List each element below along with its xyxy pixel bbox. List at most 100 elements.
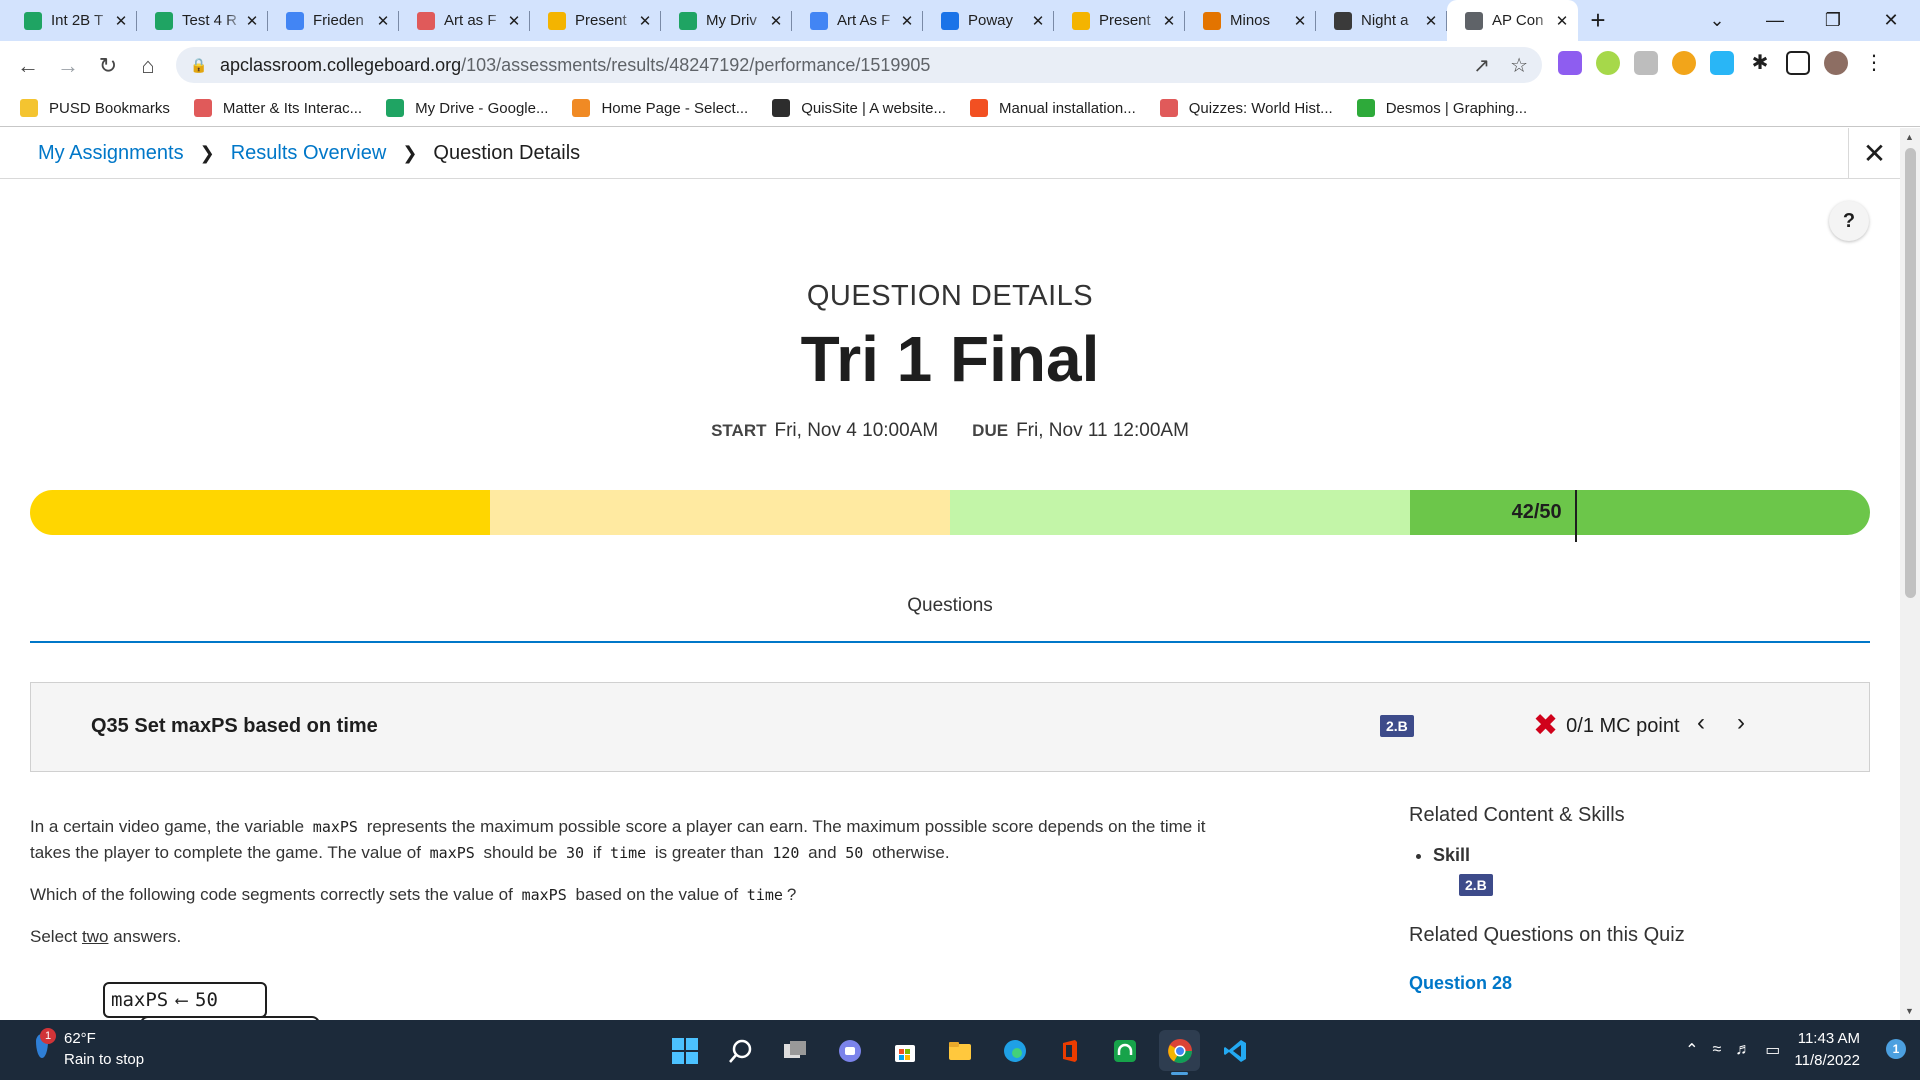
- accessibility-icon: [941, 11, 959, 30]
- tab-close-icon[interactable]: ✕: [1292, 12, 1308, 30]
- microsoft-store-icon[interactable]: [884, 1030, 925, 1071]
- minimize-button[interactable]: —: [1746, 10, 1804, 31]
- tab-title: My Driv: [706, 12, 757, 29]
- tab-title: Minos: [1230, 12, 1271, 29]
- bookmark-item[interactable]: Home Page - Select...: [572, 99, 748, 117]
- bookmark-icon: [193, 99, 212, 117]
- tab-title: Night a: [1361, 12, 1409, 29]
- browser-tab[interactable]: Int 2B T ✕: [6, 0, 137, 41]
- clock[interactable]: 11:43 AM 11/8/2022: [1794, 1028, 1860, 1072]
- chevron-up-icon[interactable]: ⌃: [1685, 1040, 1698, 1060]
- side-panel-icon[interactable]: [1786, 51, 1810, 75]
- tab-questions[interactable]: Questions: [0, 595, 1900, 617]
- chrome-icon[interactable]: [1159, 1030, 1200, 1075]
- tab-close-icon[interactable]: ✕: [1423, 12, 1439, 30]
- next-question-button[interactable]: ›: [1737, 709, 1745, 737]
- tab-close-icon[interactable]: ✕: [113, 12, 129, 30]
- extensions-area: ✱ ⋮: [1558, 51, 1886, 75]
- close-icon[interactable]: ✕: [1848, 128, 1900, 179]
- tab-title: Present: [1099, 12, 1151, 29]
- file-explorer-icon[interactable]: [939, 1030, 980, 1071]
- browser-tab[interactable]: Minos ✕: [1185, 0, 1316, 41]
- scroll-down-icon[interactable]: ▼: [1905, 1006, 1914, 1016]
- tab-close-icon[interactable]: ✕: [1161, 12, 1177, 30]
- book-cover-icon: [1334, 11, 1352, 30]
- address-bar[interactable]: 🔒 apclassroom.collegeboard.org/103/asses…: [176, 47, 1542, 83]
- share-icon[interactable]: ↗: [1473, 53, 1490, 78]
- breadcrumb-my-assignments[interactable]: My Assignments: [38, 142, 184, 165]
- scroll-up-icon[interactable]: ▲: [1905, 132, 1914, 142]
- browser-tab[interactable]: AP Con ✕: [1447, 0, 1578, 41]
- weather-widget[interactable]: 1 62°F Rain to stop: [30, 1028, 144, 1070]
- bookmark-label: PUSD Bookmarks: [49, 99, 170, 117]
- browser-tab[interactable]: Present ✕: [530, 0, 661, 41]
- notification-badge[interactable]: 1: [1886, 1039, 1906, 1059]
- wifi-icon[interactable]: ≈: [1712, 1041, 1721, 1059]
- tab-title: AP Con: [1492, 12, 1544, 29]
- sidebar-skill-badge[interactable]: 2.B: [1459, 874, 1493, 896]
- browser-tab[interactable]: Frieden ✕: [268, 0, 399, 41]
- edge-browser-icon[interactable]: [994, 1030, 1035, 1071]
- bookmark-item[interactable]: Desmos | Graphing...: [1356, 99, 1527, 117]
- extension-icon[interactable]: [1634, 51, 1658, 75]
- breadcrumb-results-overview[interactable]: Results Overview: [231, 142, 387, 165]
- windows-start-icon[interactable]: [664, 1030, 705, 1071]
- extension-icon[interactable]: [1672, 51, 1696, 75]
- bookmark-item[interactable]: Quizzes: World Hist...: [1159, 99, 1333, 117]
- volume-icon[interactable]: ♬: [1735, 1041, 1751, 1059]
- tab-close-icon[interactable]: ✕: [375, 12, 391, 30]
- assignment-dates: START Fri, Nov 4 10:00AM DUE Fri, Nov 11 12…: [0, 420, 1900, 442]
- bookmark-item[interactable]: QuisSite | A website...: [772, 99, 946, 117]
- restore-button[interactable]: ❐: [1804, 10, 1862, 31]
- teams-chat-icon[interactable]: [829, 1030, 870, 1071]
- browser-tab[interactable]: Present ✕: [1054, 0, 1185, 41]
- extension-icon[interactable]: [1710, 51, 1734, 75]
- tab-search-icon[interactable]: ⌄: [1688, 10, 1746, 31]
- battery-icon[interactable]: ▭: [1765, 1040, 1780, 1060]
- browser-tab[interactable]: Poway ✕: [923, 0, 1054, 41]
- tab-close-icon[interactable]: ✕: [506, 12, 522, 30]
- extension-icon[interactable]: [1596, 51, 1620, 75]
- tab-close-icon[interactable]: ✕: [1030, 12, 1046, 30]
- new-tab-button[interactable]: +: [1578, 0, 1618, 41]
- scrollbar-thumb[interactable]: [1905, 148, 1916, 598]
- extension-icon[interactable]: [1558, 51, 1582, 75]
- browser-tab[interactable]: My Driv ✕: [661, 0, 792, 41]
- browser-tab[interactable]: Test 4 R ✕: [137, 0, 268, 41]
- tab-title: Frieden: [313, 12, 364, 29]
- related-question-link[interactable]: Question 28: [1409, 973, 1879, 994]
- bookmark-icon: [1159, 99, 1178, 117]
- bookmark-label: Home Page - Select...: [601, 99, 749, 117]
- forward-button[interactable]: →: [48, 46, 88, 86]
- reload-button[interactable]: ↻: [88, 46, 128, 86]
- bookmark-item[interactable]: Manual installation...: [970, 99, 1136, 117]
- task-view-icon[interactable]: [774, 1030, 815, 1071]
- vscode-icon[interactable]: [1214, 1030, 1255, 1071]
- browser-tab[interactable]: Night a ✕: [1316, 0, 1447, 41]
- bookmark-item[interactable]: PUSD Bookmarks: [20, 99, 170, 117]
- kebab-menu-icon[interactable]: ⋮: [1862, 51, 1886, 75]
- home-button[interactable]: ⌂: [128, 46, 168, 86]
- bookmark-icon: [386, 99, 405, 117]
- browser-tab[interactable]: Art as F ✕: [399, 0, 530, 41]
- bookmark-item[interactable]: Matter & Its Interac...: [193, 99, 362, 117]
- tab-close-icon[interactable]: ✕: [899, 12, 915, 30]
- search-icon[interactable]: [719, 1030, 760, 1071]
- profile-avatar[interactable]: [1824, 51, 1848, 75]
- bookmark-icon: [772, 99, 791, 117]
- page-scrollbar[interactable]: ▲ ▼: [1900, 128, 1920, 1020]
- office-icon[interactable]: [1049, 1030, 1090, 1071]
- bookmark-star-icon[interactable]: ☆: [1510, 53, 1528, 78]
- tab-close-icon[interactable]: ✕: [637, 12, 653, 30]
- previous-question-button[interactable]: ‹: [1697, 709, 1705, 737]
- close-window-button[interactable]: ✕: [1862, 10, 1920, 31]
- tab-close-icon[interactable]: ✕: [768, 12, 784, 30]
- headphones-app-icon[interactable]: [1104, 1030, 1145, 1071]
- bookmark-item[interactable]: My Drive - Google...: [386, 99, 548, 117]
- back-button[interactable]: ←: [8, 46, 48, 86]
- puzzle-extensions-icon[interactable]: ✱: [1748, 51, 1772, 75]
- tab-close-icon[interactable]: ✕: [1554, 12, 1570, 30]
- help-button[interactable]: ?: [1829, 201, 1869, 241]
- tab-close-icon[interactable]: ✕: [244, 12, 260, 30]
- browser-tab[interactable]: Art As F ✕: [792, 0, 923, 41]
